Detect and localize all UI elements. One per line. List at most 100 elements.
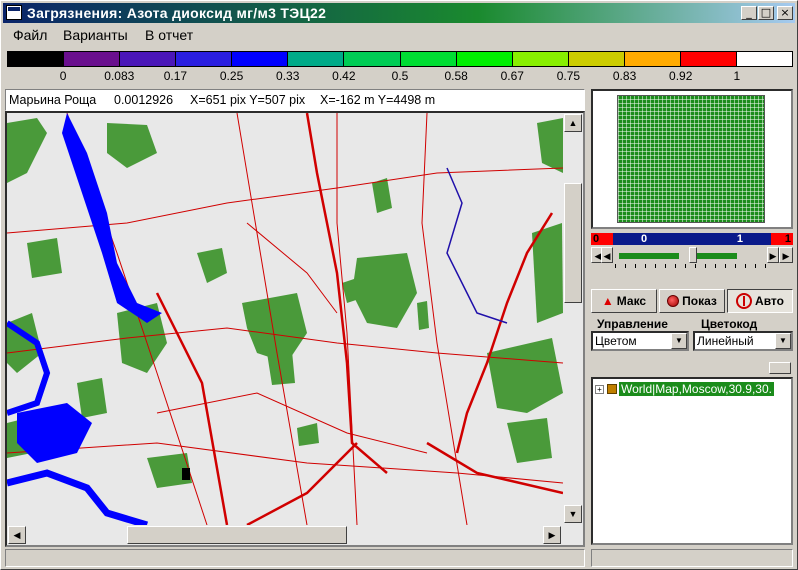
map-view[interactable]: [5, 111, 585, 547]
color-scale-cell: [232, 52, 289, 66]
color-scale-cell: [176, 52, 233, 66]
meter-coordinates: X=-162 m Y=4498 m: [320, 93, 436, 107]
gauge-icon: [736, 293, 753, 309]
tree-item-label: World|Map,Moscow,30.9,30.: [619, 382, 774, 396]
color-scale-cell: [680, 52, 738, 66]
color-scale-cell: [512, 52, 569, 66]
auto-button-label: Авто: [755, 294, 784, 308]
location-value: 0.0012926: [114, 93, 174, 107]
color-scale-label: 1: [733, 69, 741, 83]
color-scale-label: 0: [59, 69, 67, 83]
color-scale-label: 0.33: [276, 69, 300, 83]
control-labels: Управление Цветокод: [593, 317, 793, 331]
color-scale-label: 0.75: [556, 69, 581, 83]
menu-bar: Файл Варианты В отчет: [3, 25, 795, 45]
color-scale-cell: [8, 52, 65, 66]
scroll-right-button[interactable]: ▶: [543, 526, 561, 544]
color-scale-cell: [568, 52, 625, 66]
preview-window[interactable]: [591, 89, 793, 229]
colorcode-select-value: Линейный: [697, 334, 754, 348]
range-middle-end: 1: [736, 233, 743, 245]
scroll-left-button[interactable]: ◀: [8, 526, 26, 544]
red-dot-icon: [667, 295, 680, 307]
status-bar: [5, 549, 585, 567]
color-scale-label: 0.92: [669, 69, 693, 83]
color-scale-label: 0.67: [500, 69, 524, 83]
layer-tree-header: [591, 361, 793, 375]
color-scale-label: 0.58: [444, 69, 468, 83]
color-scale-label: 0.17: [163, 69, 188, 83]
max-button[interactable]: ▲ Макс: [591, 289, 657, 313]
map-canvas[interactable]: [7, 113, 563, 525]
tree-item-world-map[interactable]: + World|Map,Moscow,30.9,30.: [595, 381, 774, 397]
map-vertical-scrollbar[interactable]: ▲ ▼: [563, 113, 583, 525]
tree-expand-icon[interactable]: +: [595, 384, 604, 394]
control-select-value: Цветом: [595, 334, 637, 348]
menu-file[interactable]: Файл: [13, 27, 47, 43]
close-button[interactable]: ×: [777, 6, 793, 20]
show-button[interactable]: Показ: [659, 289, 725, 313]
chevron-down-icon[interactable]: ▼: [671, 333, 687, 349]
map-horizontal-scrollbar[interactable]: ◀ ▶: [7, 525, 563, 545]
color-scale-cell: [344, 52, 401, 66]
horizontal-scroll-thumb[interactable]: [127, 526, 347, 544]
window-title: Загрязнения: Азота диоксид мг/м3 ТЭЦ22: [27, 5, 327, 21]
range-middle-start: 0: [641, 233, 648, 245]
title-bar: Загрязнения: Азота диоксид мг/м3 ТЭЦ22 _…: [3, 3, 795, 23]
range-slider[interactable]: ◀ ◀ ▶ ▶: [591, 247, 793, 269]
color-scale-cell: [400, 52, 457, 66]
colorcode-select[interactable]: Линейный ▼: [693, 331, 793, 351]
auto-button[interactable]: Авто: [727, 289, 793, 313]
color-scale-cell: [64, 52, 121, 66]
scroll-down-button[interactable]: ▼: [564, 505, 582, 523]
window-app-icon[interactable]: [6, 5, 22, 20]
layer-icon: [607, 384, 617, 394]
slider-right-button[interactable]: ▶: [779, 247, 793, 263]
location-name: Марьина Роща: [9, 93, 97, 107]
slider-left-step-button[interactable]: ◀: [601, 247, 613, 263]
color-scale-cell: [120, 52, 177, 66]
slider-right-step-button[interactable]: ▶: [767, 247, 779, 263]
range-right-value: 1: [771, 233, 793, 245]
action-buttons: ▲ Макс Показ Авто: [591, 289, 793, 313]
range-bar: 0 0 1 1: [591, 233, 793, 245]
preview-grid: [617, 95, 765, 223]
panel-status-bar: [591, 549, 793, 567]
color-scale: [7, 51, 793, 67]
maximize-button[interactable]: □: [758, 6, 774, 20]
pixel-coordinates: X=651 pix Y=507 pix: [190, 93, 306, 107]
main-window: Загрязнения: Азота диоксид мг/м3 ТЭЦ22 _…: [0, 0, 798, 570]
up-arrow-icon: ▲: [601, 294, 614, 308]
menu-variants[interactable]: Варианты: [63, 27, 128, 43]
color-scale-cell: [288, 52, 345, 66]
layer-tree-splitter[interactable]: [769, 362, 791, 374]
color-scale-label: 0.25: [219, 69, 244, 83]
colorcode-label: Цветокод: [701, 317, 758, 331]
slider-ticks: [615, 264, 775, 268]
layer-tree[interactable]: + World|Map,Moscow,30.9,30.: [591, 377, 793, 545]
source-marker[interactable]: [182, 468, 190, 480]
slider-knob[interactable]: [689, 247, 697, 263]
minimize-button[interactable]: _: [741, 6, 757, 20]
slider-track-left: [619, 253, 679, 259]
show-button-label: Показ: [682, 294, 717, 308]
max-button-label: Макс: [616, 294, 647, 308]
slider-track-right: [697, 253, 737, 259]
vertical-scroll-thumb[interactable]: [564, 183, 582, 303]
control-select[interactable]: Цветом ▼: [591, 331, 689, 351]
color-scale-label: 0.83: [612, 69, 637, 83]
color-scale-cell: [624, 52, 681, 66]
range-left-value: 0: [591, 233, 613, 245]
control-label: Управление: [597, 317, 668, 331]
scroll-up-button[interactable]: ▲: [564, 114, 582, 132]
color-scale-label: 0.42: [332, 69, 356, 83]
color-scale-labels: 0 0.083 0.17 0.25 0.33 0.42 0.5 0.58 0.67 0.75 0.8…: [7, 69, 793, 83]
chevron-down-icon[interactable]: ▼: [775, 333, 791, 349]
color-scale-label: 0.083: [104, 69, 135, 83]
color-scale-cell: [737, 52, 793, 66]
menu-to-report[interactable]: В отчет: [145, 27, 193, 43]
range-middle: 0 1: [613, 233, 771, 245]
info-bar: Марьина Роща 0.0012926 X=651 pix Y=507 p…: [5, 89, 585, 111]
color-scale-cell: [456, 52, 513, 66]
color-scale-label: 0.5: [391, 69, 409, 83]
